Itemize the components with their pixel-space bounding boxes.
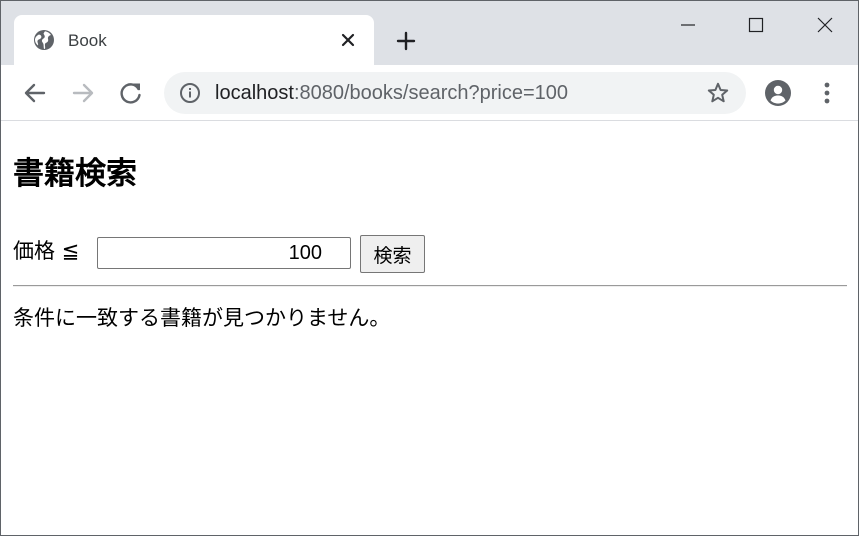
price-label: 価格 ≦: [13, 239, 80, 263]
back-arrow-icon[interactable]: [21, 79, 49, 107]
address-url[interactable]: localhost:8080/books/search?price=100: [215, 81, 568, 105]
bookmark-star-icon[interactable]: [706, 81, 730, 105]
price-input[interactable]: [97, 237, 351, 269]
tab-strip: Book: [1, 1, 858, 65]
page-title: 書籍検索: [13, 156, 137, 192]
info-icon[interactable]: [179, 82, 201, 104]
menu-three-dots-icon[interactable]: [813, 79, 841, 107]
search-button[interactable]: 検索: [360, 235, 425, 273]
reload-icon[interactable]: [117, 79, 145, 107]
tab-close-icon[interactable]: [338, 30, 358, 50]
tab-title: Book: [68, 31, 107, 50]
globe-icon: [32, 28, 56, 52]
minimize-icon[interactable]: [665, 5, 711, 45]
url-path: :8080/books/search?price=100: [293, 82, 569, 104]
maximize-icon[interactable]: [733, 5, 779, 45]
no-results-message: 条件に一致する書籍が見つかりません。: [13, 306, 391, 330]
browser-toolbar: localhost:8080/books/search?price=100: [1, 65, 858, 121]
horizontal-rule: [13, 285, 847, 287]
profile-avatar-icon[interactable]: [764, 79, 792, 107]
window-close-icon[interactable]: [802, 5, 848, 45]
page-content: 書籍検索 価格 ≦ 検索 条件に一致する書籍が見つかりません。: [1, 121, 858, 535]
tab-book[interactable]: Book: [14, 15, 374, 65]
browser-window: Book localhost:8080/books/search?price=1…: [0, 0, 859, 536]
new-tab-plus-icon[interactable]: [393, 28, 419, 54]
url-host: localhost: [215, 82, 294, 104]
forward-arrow-icon: [69, 79, 97, 107]
address-bar[interactable]: localhost:8080/books/search?price=100: [164, 72, 746, 114]
